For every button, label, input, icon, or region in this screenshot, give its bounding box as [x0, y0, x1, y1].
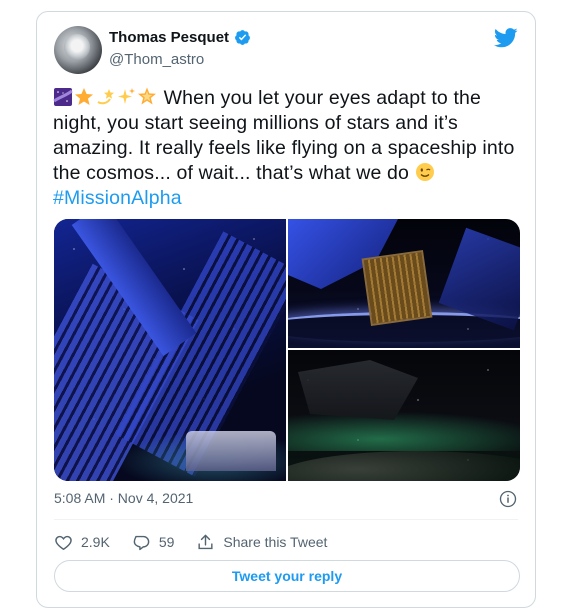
photo-earth-at-night[interactable]: [288, 350, 520, 481]
winking-face-emoji: [415, 163, 434, 181]
comment-icon: [133, 535, 150, 550]
tweet-timestamp[interactable]: 5:08 AM · Nov 4, 2021: [54, 490, 193, 506]
tweet-text: When you let your eyes adapt to the nigh…: [53, 86, 523, 211]
hashtag-link[interactable]: #MissionAlpha: [53, 187, 182, 209]
like-count: 2.9K: [81, 534, 110, 550]
share-icon: [198, 534, 213, 549]
media-grid: [54, 219, 520, 481]
author-name-row[interactable]: Thomas Pesquet: [109, 29, 251, 46]
tweet-actions: 2.9K 59 Share this Tweet: [54, 531, 349, 553]
glowing-star-emoji: [138, 87, 156, 105]
photo-iss-robotic-arm[interactable]: [288, 219, 520, 348]
star-emoji: [75, 88, 93, 105]
heart-icon: [55, 535, 72, 550]
tweet-card: Thomas Pesquet @Thom_astro When you let …: [36, 11, 536, 608]
reply-count: 59: [158, 534, 175, 550]
milky-way-emoji: [53, 88, 73, 106]
like-button[interactable]: 2.9K: [54, 533, 110, 552]
dizzy-emoji: [97, 89, 114, 105]
twitter-bird-icon[interactable]: [494, 28, 518, 48]
divider: [54, 519, 518, 520]
reply-action-button[interactable]: 59: [132, 533, 175, 552]
author-handle[interactable]: @Thom_astro: [109, 51, 204, 68]
avatar[interactable]: [54, 26, 102, 74]
share-label: Share this Tweet: [223, 534, 328, 550]
verified-badge-icon: [235, 30, 250, 45]
info-icon[interactable]: [499, 490, 517, 508]
author-name[interactable]: Thomas Pesquet: [109, 29, 229, 46]
tweet-your-reply-button[interactable]: Tweet your reply: [54, 560, 520, 592]
share-button[interactable]: Share this Tweet: [196, 533, 327, 552]
sparkles-emoji: [118, 88, 135, 104]
photo-iss-solar-arrays[interactable]: [54, 219, 286, 481]
